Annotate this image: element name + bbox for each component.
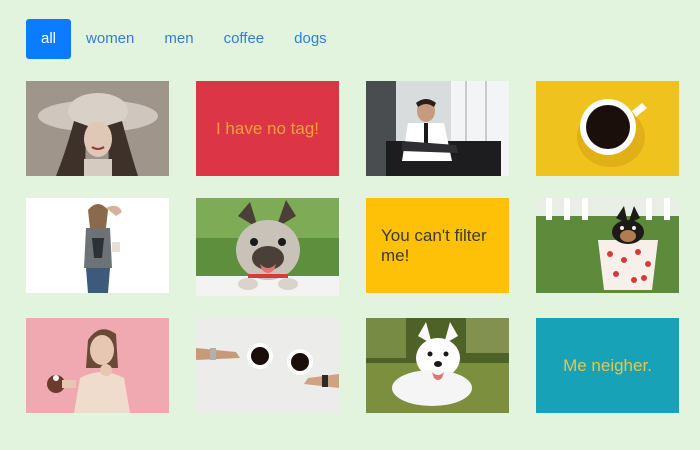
white-dog-photo xyxy=(366,318,509,413)
filter-women-button[interactable]: women xyxy=(71,19,149,59)
filter-dogs-button[interactable]: dogs xyxy=(279,19,342,59)
filter-coffee-button[interactable]: coffee xyxy=(209,19,280,59)
woman-standing-photo xyxy=(26,198,169,293)
woman-hat-photo xyxy=(26,81,169,176)
cant-filter-text: You can't filter me! xyxy=(381,225,487,265)
gallery-grid: I have no tag! You can't filter me! Me n… xyxy=(26,81,679,413)
coffee-yellow-photo xyxy=(536,81,679,176)
no-tag-text: I have no tag! xyxy=(215,118,320,138)
filter-bar: all women men coffee dogs xyxy=(26,19,342,59)
french-bulldog-photo xyxy=(196,198,339,296)
cant-filter-card: You can't filter me! xyxy=(366,198,509,293)
coffee-cups-photo xyxy=(196,318,339,413)
man-window-photo xyxy=(366,81,509,176)
filter-all-button[interactable]: all xyxy=(26,19,72,59)
no-tag-card: I have no tag! xyxy=(196,81,339,176)
woman-pink-photo xyxy=(26,318,169,413)
neighbor-card: Me neigher. xyxy=(536,318,679,413)
puppy-cup-photo xyxy=(536,198,679,293)
neighbor-text: Me neigher. xyxy=(563,355,652,375)
filter-men-button[interactable]: men xyxy=(149,19,208,59)
